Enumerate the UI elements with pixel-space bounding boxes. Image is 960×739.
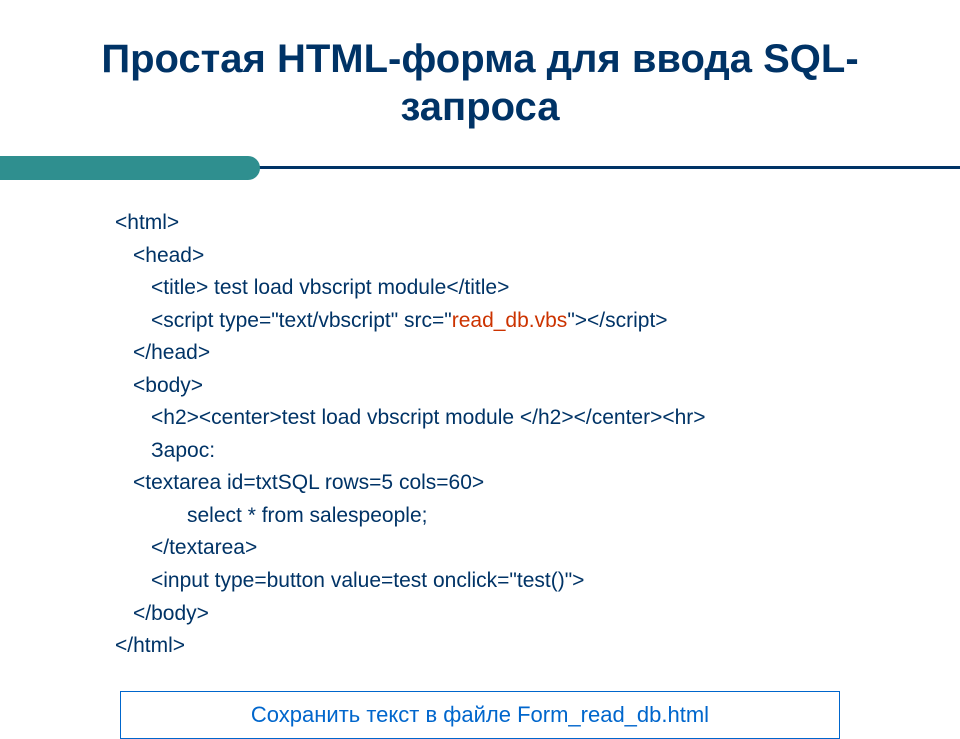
code-line: </body>	[115, 598, 900, 631]
code-line: <h2><center>test load vbscript module </…	[115, 402, 900, 435]
code-line: Зарос:	[115, 435, 900, 468]
code-text: "></script>	[567, 309, 667, 332]
code-line: <title> test load vbscript module</title…	[115, 272, 900, 305]
title-area: Простая HTML-форма для ввода SQL-запроса	[0, 0, 960, 146]
code-line: select * from salespeople;	[115, 500, 900, 533]
code-line: </html>	[115, 630, 900, 663]
divider-pill	[0, 156, 260, 180]
code-block: <html> <head> <title> test load vbscript…	[0, 182, 960, 673]
code-line: <body>	[115, 370, 900, 403]
code-line: <script type="text/vbscript" src="read_d…	[115, 305, 900, 338]
code-text: <script type="text/vbscript" src="	[151, 309, 452, 332]
code-line: <textarea id=txtSQL rows=5 cols=60>	[115, 467, 900, 500]
code-line: </textarea>	[115, 532, 900, 565]
code-line: <input type=button value=test onclick="t…	[115, 565, 900, 598]
code-highlight: read_db.vbs	[452, 309, 568, 332]
code-line: </head>	[115, 337, 900, 370]
divider	[0, 154, 960, 182]
code-line: <head>	[115, 240, 900, 273]
slide-title: Простая HTML-форма для ввода SQL-запроса	[60, 35, 900, 131]
code-line: <html>	[115, 207, 900, 240]
footer-note: Сохранить текст в файле Form_read_db.htm…	[120, 691, 840, 739]
slide: Простая HTML-форма для ввода SQL-запроса…	[0, 0, 960, 720]
